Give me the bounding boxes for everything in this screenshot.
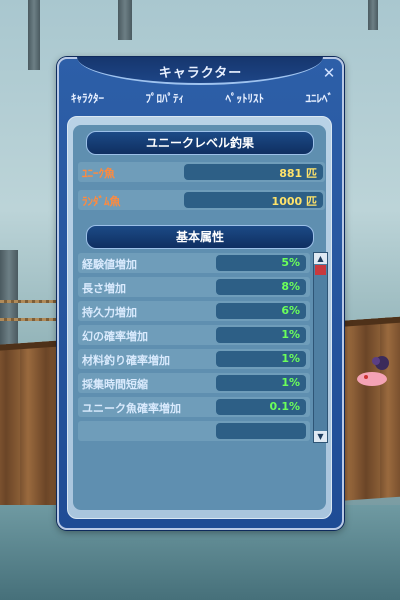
random-fish-label: ﾗﾝﾀﾞﾑ魚 <box>82 195 121 208</box>
unique-fish-value-box: 881 匹 <box>184 164 323 180</box>
pier-post <box>118 0 132 40</box>
attr-label: 材料釣り確率増加 <box>82 354 170 367</box>
pier-post <box>368 0 378 30</box>
attr-value: 6% <box>281 304 300 317</box>
attr-value: 0.1% <box>269 400 300 413</box>
attr-value: 1% <box>281 376 300 389</box>
attr-row-phantom-rate: 幻の確率増加 1% <box>78 325 310 345</box>
character-window: キャラクター ✕ ｷｬﾗｸﾀｰ ﾌﾟﾛﾊﾟﾃｨ ﾍﾟｯﾄﾘｽﾄ ﾕﾆﾚﾍﾞ ユニ… <box>57 57 344 530</box>
random-fish-row: ﾗﾝﾀﾞﾑ魚 1000 匹 <box>78 190 325 210</box>
attr-value-box <box>216 423 306 439</box>
attr-label: ユニーク魚確率増加 <box>82 402 181 415</box>
random-fish-count: 1000 匹 <box>271 195 317 208</box>
tab-bar: ｷｬﾗｸﾀｰ ﾌﾟﾛﾊﾟﾃｨ ﾍﾟｯﾄﾘｽﾄ ﾕﾆﾚﾍﾞ <box>71 90 333 108</box>
attr-label: 経験値増加 <box>82 258 137 271</box>
attr-value: 1% <box>281 352 300 365</box>
attr-value-box: 6% <box>216 303 306 319</box>
tab-pet-list[interactable]: ﾍﾟｯﾄﾘｽﾄ <box>226 90 265 108</box>
content-panel: ユニークレベル釣果 ﾕﾆｰｸ魚 881 匹 ﾗﾝﾀﾞﾑ魚 1000 匹 基本属性… <box>67 116 332 519</box>
bridge-rope <box>0 300 60 303</box>
unique-fish-row: ﾕﾆｰｸ魚 881 匹 <box>78 162 325 182</box>
attr-value-box: 1% <box>216 351 306 367</box>
attr-row-gather-time: 採集時間短縮 1% <box>78 373 310 393</box>
bridge-rope <box>0 318 60 321</box>
tab-property[interactable]: ﾌﾟﾛﾊﾟﾃｨ <box>146 90 185 108</box>
fishing-results-header: ユニークレベル釣果 <box>86 131 314 155</box>
attr-value-box: 1% <box>216 327 306 343</box>
attr-label: 持久力増加 <box>82 306 137 319</box>
attr-row-material-rate: 材料釣り確率増加 1% <box>78 349 310 369</box>
attr-row-length: 長さ増加 8% <box>78 277 310 297</box>
pet-creature-icon <box>357 356 389 386</box>
tab-unique-level[interactable]: ﾕﾆﾚﾍﾞ <box>306 90 334 108</box>
attr-row-unique-rate: ユニーク魚確率増加 0.1% <box>78 397 310 417</box>
unique-fish-label: ﾕﾆｰｸ魚 <box>82 167 115 180</box>
close-icon[interactable]: ✕ <box>322 66 336 81</box>
tab-character[interactable]: ｷｬﾗｸﾀｰ <box>71 90 104 108</box>
attr-value: 1% <box>281 328 300 341</box>
attribute-scrollbar[interactable]: ▲ ▼ <box>313 252 328 443</box>
attr-value-box: 5% <box>216 255 306 271</box>
attr-value-box: 0.1% <box>216 399 306 415</box>
basic-attributes-header: 基本属性 <box>86 225 314 249</box>
attr-row-exp: 経験値増加 5% <box>78 253 310 273</box>
attr-row-stamina: 持久力増加 6% <box>78 301 310 321</box>
scroll-down-icon[interactable]: ▼ <box>314 431 327 442</box>
random-fish-value-box: 1000 匹 <box>184 192 323 208</box>
scroll-thumb[interactable] <box>315 265 326 275</box>
scroll-up-icon[interactable]: ▲ <box>314 253 327 264</box>
title-bar[interactable]: キャラクター <box>59 57 342 85</box>
attr-value-box: 8% <box>216 279 306 295</box>
attr-value-box: 1% <box>216 375 306 391</box>
attr-row-empty <box>78 421 310 441</box>
attr-label: 幻の確率増加 <box>82 330 148 343</box>
attr-value: 8% <box>281 280 300 293</box>
unique-fish-count: 881 匹 <box>279 167 317 180</box>
content-inner: ユニークレベル釣果 ﾕﾆｰｸ魚 881 匹 ﾗﾝﾀﾞﾑ魚 1000 匹 基本属性… <box>73 125 328 510</box>
attr-label: 採集時間短縮 <box>82 378 148 391</box>
attr-value: 5% <box>281 256 300 269</box>
attribute-list: 経験値増加 5% 長さ増加 8% 持久力増加 6% 幻の確率増加 1% 材料釣り… <box>78 253 311 503</box>
window-title: キャラクター <box>158 66 243 81</box>
attr-label: 長さ増加 <box>82 282 126 295</box>
pier-post <box>28 0 40 70</box>
